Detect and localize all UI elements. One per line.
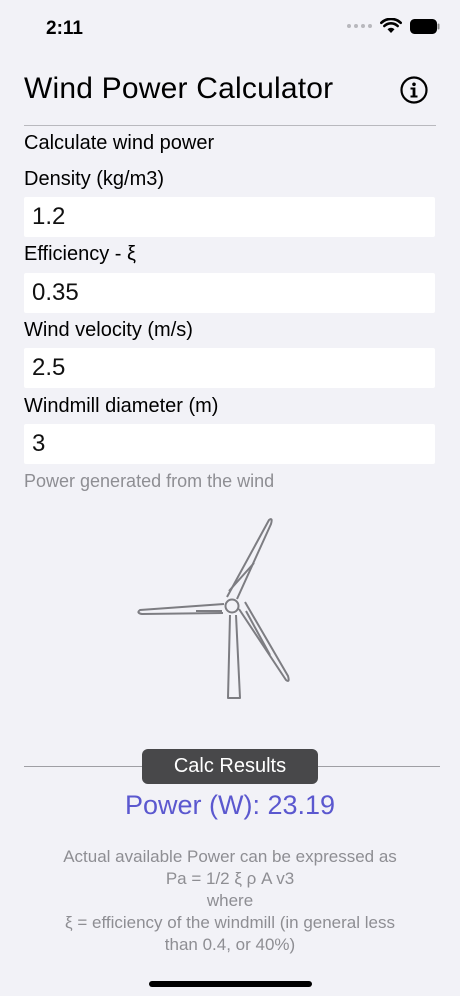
efficiency-label: Efficiency - ξ [24, 243, 136, 265]
wind-velocity-input[interactable] [24, 348, 435, 388]
efficiency-input[interactable] [24, 273, 435, 313]
explanation-line: Actual available Power can be expressed … [63, 847, 397, 866]
battery-icon [410, 18, 440, 34]
wind-velocity-label: Wind velocity (m/s) [24, 319, 193, 341]
section-title: Calculate wind power [24, 132, 215, 154]
cellular-signal-icon [347, 24, 372, 28]
density-label: Density (kg/m3) [24, 168, 165, 190]
wifi-icon [380, 18, 402, 33]
power-explanation: Actual available Power can be expressed … [30, 846, 430, 956]
explanation-line: ξ = efficiency of the windmill (in gener… [65, 913, 395, 932]
density-input[interactable] [24, 197, 435, 237]
status-time: 2:11 [46, 18, 83, 39]
power-result: Power (W): 23.19 [124, 790, 336, 820]
power-hint: Power generated from the wind [24, 471, 275, 491]
status-icons [347, 18, 440, 34]
windmill-diameter-input[interactable] [24, 424, 435, 464]
explanation-line: than 0.4, or 40%) [164, 935, 296, 954]
wind-turbine-icon [137, 518, 290, 699]
home-indicator[interactable] [149, 981, 312, 987]
info-icon[interactable] [400, 76, 428, 104]
explanation-line: where [206, 891, 254, 910]
windmill-diameter-label: Windmill diameter (m) [24, 395, 219, 417]
header-divider [24, 125, 436, 126]
explanation-line: Pa = 1/2 ξ ρ A v3 [165, 869, 295, 888]
calc-results-button[interactable]: Calc Results [142, 749, 318, 784]
page-title: Wind Power Calculator [24, 72, 334, 105]
status-bar: 2:11 [0, 0, 460, 56]
